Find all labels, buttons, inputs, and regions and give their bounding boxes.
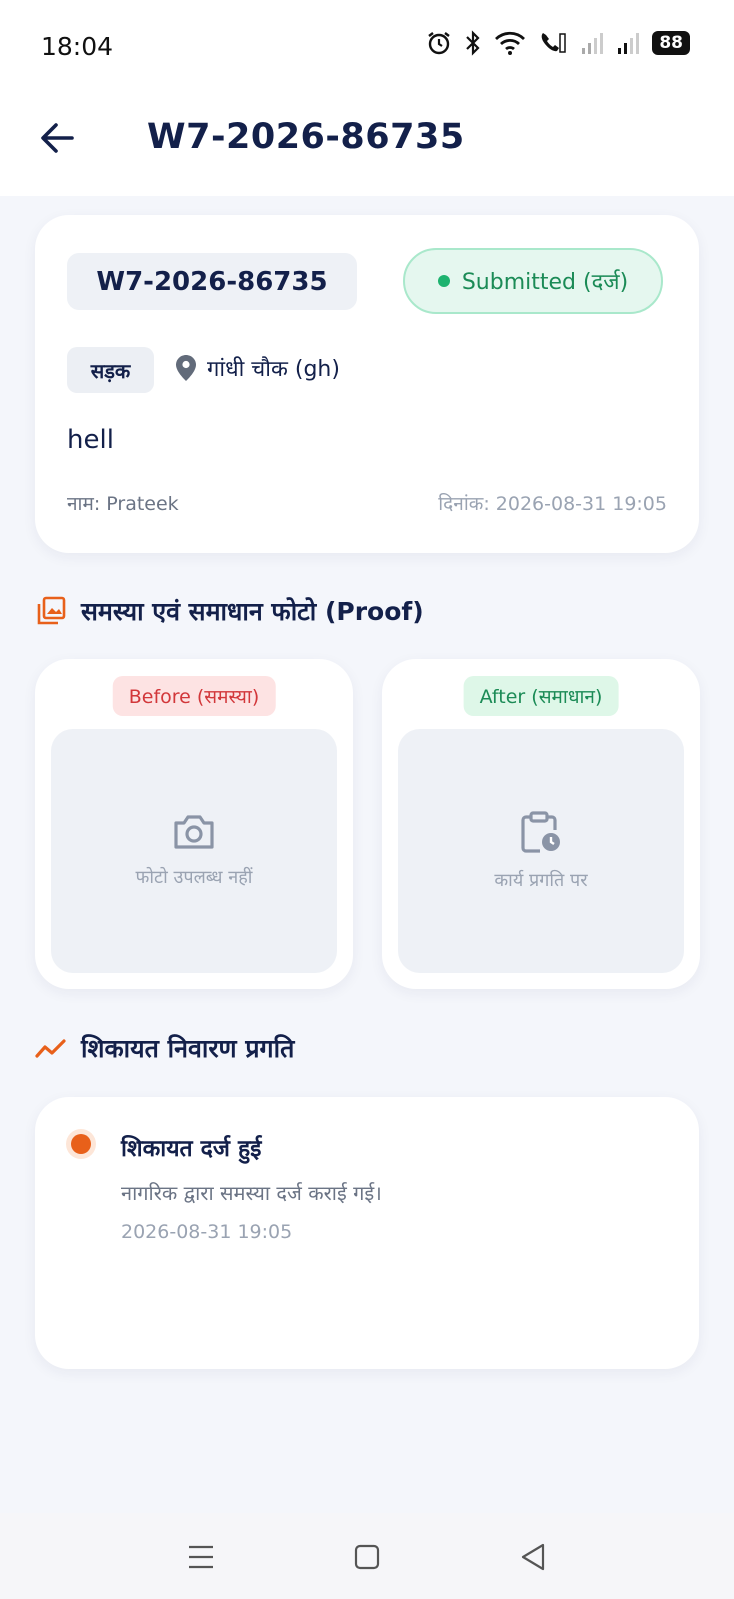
before-photo-placeholder[interactable]: फोटो उपलब्ध नहीं — [51, 729, 337, 973]
battery-indicator: 88 — [652, 31, 690, 55]
bluetooth-icon — [466, 30, 480, 56]
progress-section-title: शिकायत निवारण प्रगति — [35, 1031, 294, 1065]
recent-apps-button[interactable] — [181, 1537, 221, 1577]
alarm-icon — [428, 32, 451, 55]
ticket-id-badge: W7-2026-86735 — [67, 253, 357, 310]
timeline-dot — [71, 1134, 91, 1154]
category-badge: सड़क — [67, 347, 154, 393]
camera-icon — [174, 815, 214, 849]
signal-2-icon — [618, 33, 640, 54]
timeline-item-title: शिकायत दर्ज हुई — [121, 1136, 262, 1162]
timeline-item-description: नागरिक द्वारा समस्या दर्ज कराई गई। — [121, 1181, 382, 1205]
after-photo-placeholder[interactable]: कार्य प्रगति पर — [398, 729, 684, 973]
location: गांधी चौक (gh) — [175, 353, 340, 383]
triangle-back-icon — [521, 1543, 545, 1571]
before-photo-caption: फोटो उपलब्ध नहीं — [135, 867, 253, 888]
clipboard-clock-icon — [521, 811, 560, 853]
status-badge: Submitted (दर्ज) — [403, 248, 663, 314]
photo-section-title: समस्या एवं समाधान फोटो (Proof) — [35, 594, 424, 628]
complainant-name: नाम: Prateek — [67, 493, 179, 515]
status-dot — [437, 275, 450, 287]
back-nav-button[interactable] — [513, 1537, 553, 1577]
home-button[interactable] — [347, 1537, 387, 1577]
status-time: 18:04 — [41, 32, 114, 61]
timeline-item-time: 2026-08-31 19:05 — [121, 1221, 293, 1243]
photo-section-label: समस्या एवं समाधान फोटो (Proof) — [81, 597, 424, 626]
square-icon — [354, 1544, 380, 1570]
back-button[interactable] — [38, 118, 78, 158]
menu-icon — [189, 1545, 213, 1569]
after-badge: After (समाधान) — [463, 676, 619, 716]
signal-icon — [582, 33, 604, 54]
arrow-left-icon — [41, 123, 74, 153]
complaint-info-card: W7-2026-86735 Submitted (दर्ज) सड़क गांध… — [35, 215, 699, 553]
before-badge: Before (समस्या) — [112, 676, 276, 716]
status-label: Submitted (दर्ज) — [461, 270, 629, 295]
trend-line-icon — [35, 1039, 66, 1058]
after-photo-card: After (समाधान) कार्य प्रगति पर — [382, 659, 700, 989]
status-icons: 88 — [426, 30, 690, 56]
timeline-card: शिकायत दर्ज हुई नागरिक द्वारा समस्या दर्… — [35, 1097, 699, 1369]
system-nav-bar — [0, 1513, 734, 1599]
wifi-calling-icon — [542, 33, 567, 53]
before-photo-card: Before (समस्या) फोटो उपलब्ध नहीं — [35, 659, 353, 989]
location-label: गांधी चौक (gh) — [207, 357, 340, 382]
app-header: W7-2026-86735 — [0, 92, 734, 196]
progress-section-label: शिकायत निवारण प्रगति — [81, 1034, 295, 1063]
complaint-date: दिनांक: 2026-08-31 19:05 — [438, 493, 667, 515]
after-photo-caption: कार्य प्रगति पर — [494, 870, 588, 891]
image-gallery-icon — [37, 596, 66, 625]
status-bar: 18:04 88 — [0, 0, 734, 92]
map-pin-icon — [176, 355, 196, 381]
complaint-description: hell — [67, 425, 114, 455]
page-title: W7-2026-86735 — [147, 117, 465, 157]
wifi-icon — [495, 31, 526, 55]
